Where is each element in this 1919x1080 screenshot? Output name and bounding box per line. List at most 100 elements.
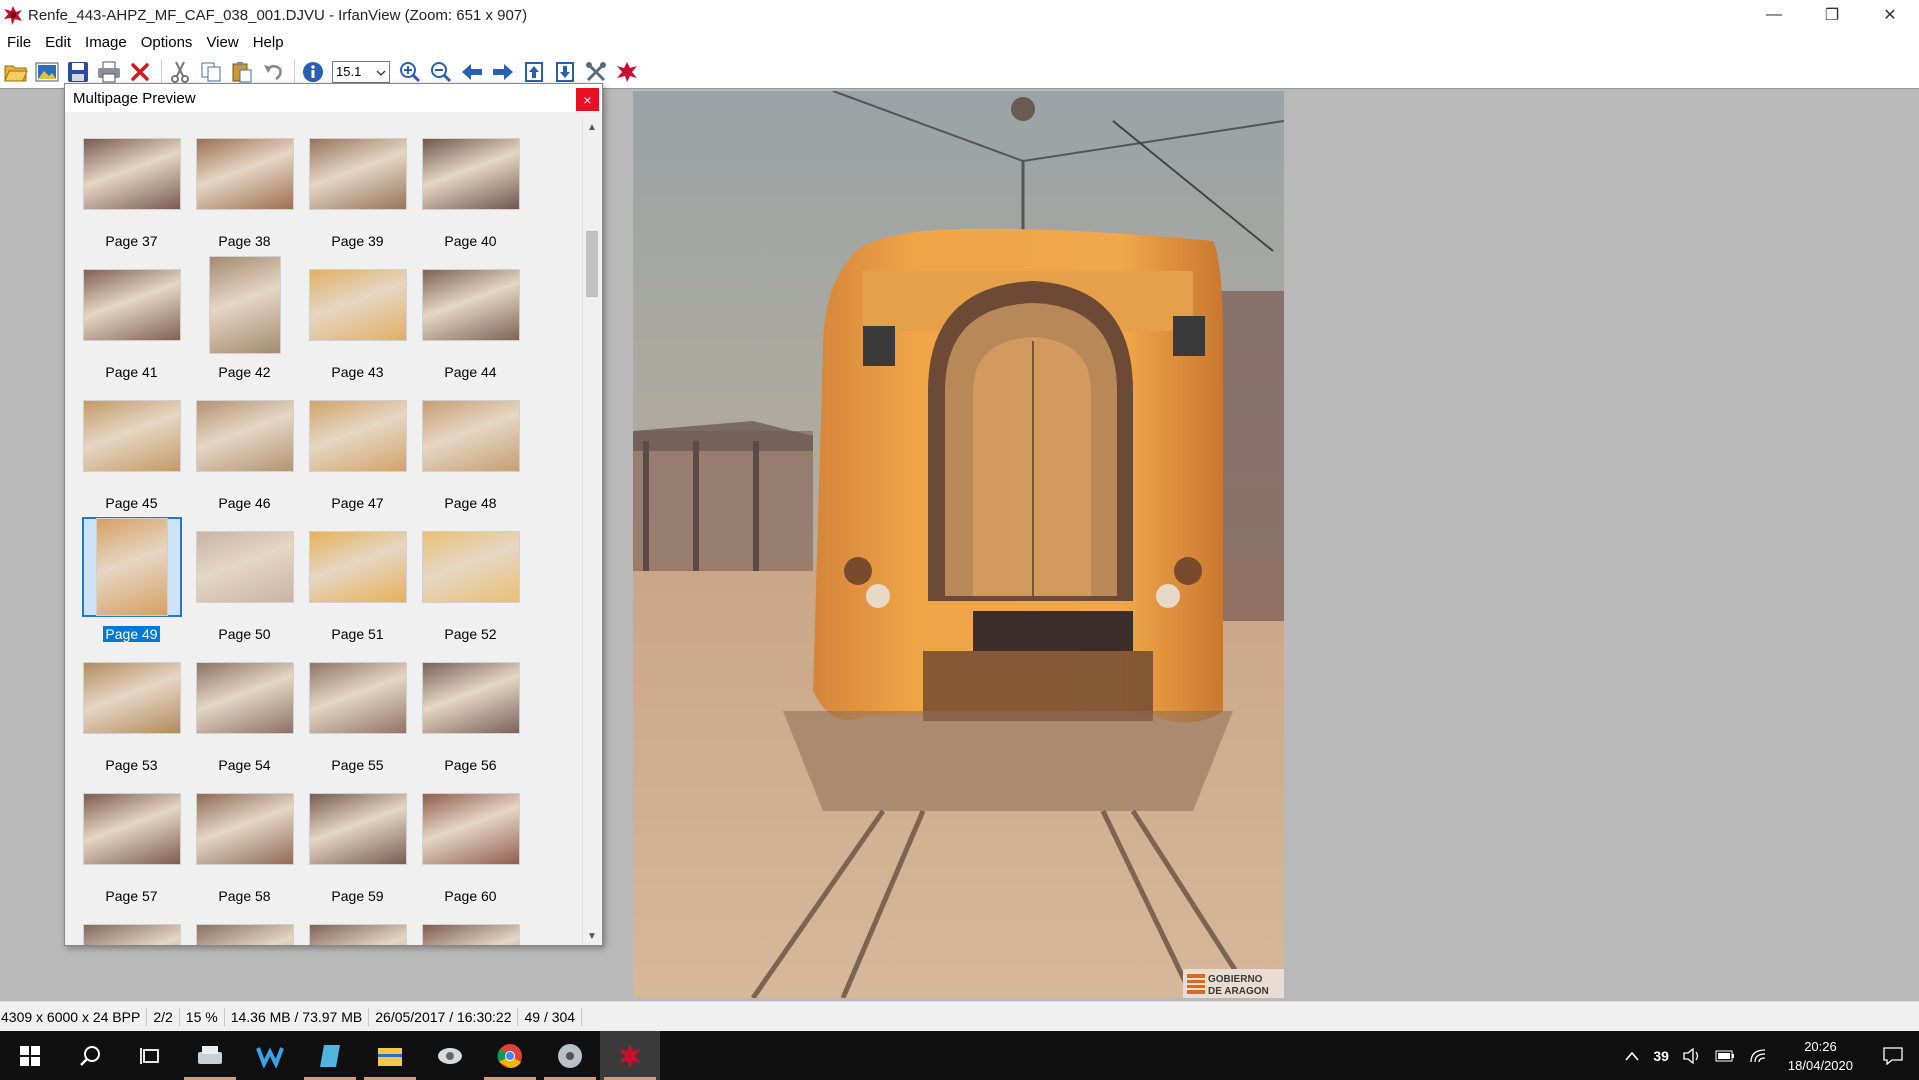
- menu-file[interactable]: File: [0, 34, 38, 51]
- page-thumbnail[interactable]: [414, 904, 527, 945]
- page-thumbnail[interactable]: Page 38: [188, 118, 301, 249]
- thumbnail-caption: Page 50: [218, 626, 271, 642]
- thumbnail-area[interactable]: Page 37 Page 38 Page 39 Page 40 Page 41 Page …: [67, 118, 581, 945]
- search-icon[interactable]: [60, 1031, 120, 1080]
- zoom-in-icon[interactable]: [396, 58, 424, 86]
- irfanview-app-icon: [2, 4, 24, 26]
- page-thumbnail[interactable]: Page 40: [414, 118, 527, 249]
- scanner-app-icon[interactable]: [180, 1031, 240, 1080]
- page-thumbnail[interactable]: Page 60: [414, 773, 527, 904]
- thumbnail-image: [308, 400, 407, 472]
- page-thumbnail[interactable]: Page 59: [301, 773, 414, 904]
- page-thumbnail[interactable]: Page 54: [188, 642, 301, 773]
- page-prev-icon[interactable]: [520, 58, 548, 86]
- info-icon[interactable]: [299, 58, 327, 86]
- page-thumbnail[interactable]: Page 45: [75, 380, 188, 511]
- page-thumbnail[interactable]: Page 47: [301, 380, 414, 511]
- page-thumbnail[interactable]: [188, 904, 301, 945]
- thumbnail-frame: [82, 779, 182, 879]
- thumbnail-image: [308, 924, 407, 945]
- thumbnail-caption: Page 51: [331, 626, 384, 642]
- scrollbar-thumb[interactable]: [586, 231, 598, 297]
- volume-icon[interactable]: [1676, 1047, 1708, 1064]
- about-icon[interactable]: [613, 58, 641, 86]
- page-thumbnail[interactable]: Page 48: [414, 380, 527, 511]
- settings-icon[interactable]: [582, 58, 610, 86]
- page-thumbnail[interactable]: Page 57: [75, 773, 188, 904]
- battery-icon[interactable]: [1708, 1050, 1742, 1062]
- menu-edit[interactable]: Edit: [38, 34, 78, 51]
- page-thumbnail[interactable]: Page 52: [414, 511, 527, 642]
- notepad-icon[interactable]: [300, 1031, 360, 1080]
- restore-button[interactable]: ❐: [1803, 0, 1861, 30]
- page-thumbnail[interactable]: [301, 904, 414, 945]
- disc-app-icon[interactable]: [540, 1031, 600, 1080]
- irfanview-icon[interactable]: [600, 1031, 660, 1080]
- status-dimensions: 4309 x 6000 x 24 BPP: [0, 1007, 148, 1026]
- notifications-icon[interactable]: [1867, 1046, 1919, 1065]
- page-thumbnail[interactable]: Page 50: [188, 511, 301, 642]
- undo-icon[interactable]: [259, 58, 287, 86]
- page-thumbnail[interactable]: Page 37: [75, 118, 188, 249]
- thumbnail-image: [308, 793, 407, 865]
- watermark-line2: DE ARAGON: [1208, 986, 1269, 997]
- thumbnail-frame: [195, 255, 295, 355]
- minimize-button[interactable]: —: [1745, 0, 1803, 30]
- scroll-down-icon[interactable]: ▼: [583, 927, 601, 945]
- page-thumbnail[interactable]: Page 58: [188, 773, 301, 904]
- wps-icon[interactable]: [240, 1031, 300, 1080]
- page-thumbnail[interactable]: Page 39: [301, 118, 414, 249]
- open-folder-icon[interactable]: [2, 58, 30, 86]
- chevron-up-icon[interactable]: [1618, 1051, 1646, 1061]
- delete-icon[interactable]: [126, 58, 154, 86]
- page-thumbnail[interactable]: [75, 904, 188, 945]
- print-icon[interactable]: [95, 58, 123, 86]
- page-thumbnail[interactable]: Page 43: [301, 249, 414, 380]
- menu-help[interactable]: Help: [246, 34, 291, 51]
- menu-view[interactable]: View: [199, 34, 245, 51]
- thumbnails-icon[interactable]: [33, 58, 61, 86]
- thumbnail-frame: [195, 124, 295, 224]
- page-thumbnail[interactable]: Page 44: [414, 249, 527, 380]
- copy-icon[interactable]: [197, 58, 225, 86]
- vertical-scrollbar[interactable]: ▲ ▼: [582, 118, 600, 945]
- previous-icon[interactable]: [458, 58, 486, 86]
- page-thumbnail[interactable]: Page 46: [188, 380, 301, 511]
- page-next-icon[interactable]: [551, 58, 579, 86]
- zoom-combo[interactable]: 15.1: [332, 60, 390, 83]
- menu-options[interactable]: Options: [134, 34, 200, 51]
- page-thumbnail[interactable]: Page 41: [75, 249, 188, 380]
- page-thumbnail[interactable]: Page 42: [188, 249, 301, 380]
- multipage-close-button[interactable]: ×: [576, 88, 599, 111]
- temperature-readout[interactable]: 39: [1646, 1048, 1676, 1064]
- save-icon[interactable]: [64, 58, 92, 86]
- page-thumbnail[interactable]: Page 53: [75, 642, 188, 773]
- thumbnail-image: [308, 138, 407, 210]
- menu-image[interactable]: Image: [78, 34, 134, 51]
- task-view-icon[interactable]: [120, 1031, 180, 1080]
- page-thumbnail[interactable]: Page 49: [75, 511, 188, 642]
- page-thumbnail[interactable]: Page 56: [414, 642, 527, 773]
- zoom-out-icon[interactable]: [427, 58, 455, 86]
- thumbnail-image: [82, 138, 181, 210]
- taskbar: 39 20:26 18/04/2020: [0, 1031, 1919, 1080]
- next-icon[interactable]: [489, 58, 517, 86]
- thumbnail-image: [82, 924, 181, 945]
- multipage-title-bar[interactable]: Multipage Preview ×: [65, 84, 602, 112]
- page-thumbnail[interactable]: Page 55: [301, 642, 414, 773]
- thumbnail-frame: [421, 124, 521, 224]
- thumbnail-grid: Page 37 Page 38 Page 39 Page 40 Page 41 Page …: [75, 118, 527, 945]
- clock[interactable]: 20:26 18/04/2020: [1774, 1037, 1867, 1075]
- chrome-icon[interactable]: [480, 1031, 540, 1080]
- vpn-icon[interactable]: [420, 1031, 480, 1080]
- wifi-icon[interactable]: [1742, 1048, 1774, 1064]
- scroll-up-icon[interactable]: ▲: [583, 118, 601, 136]
- page-thumbnail[interactable]: Page 51: [301, 511, 414, 642]
- paste-icon[interactable]: [228, 58, 256, 86]
- cut-icon[interactable]: [166, 58, 194, 86]
- close-window-button[interactable]: ✕: [1861, 0, 1919, 30]
- thumbnail-frame: [421, 648, 521, 748]
- file-explorer-icon[interactable]: [360, 1031, 420, 1080]
- start-icon[interactable]: [0, 1031, 60, 1080]
- thumbnail-caption: Page 42: [218, 364, 271, 380]
